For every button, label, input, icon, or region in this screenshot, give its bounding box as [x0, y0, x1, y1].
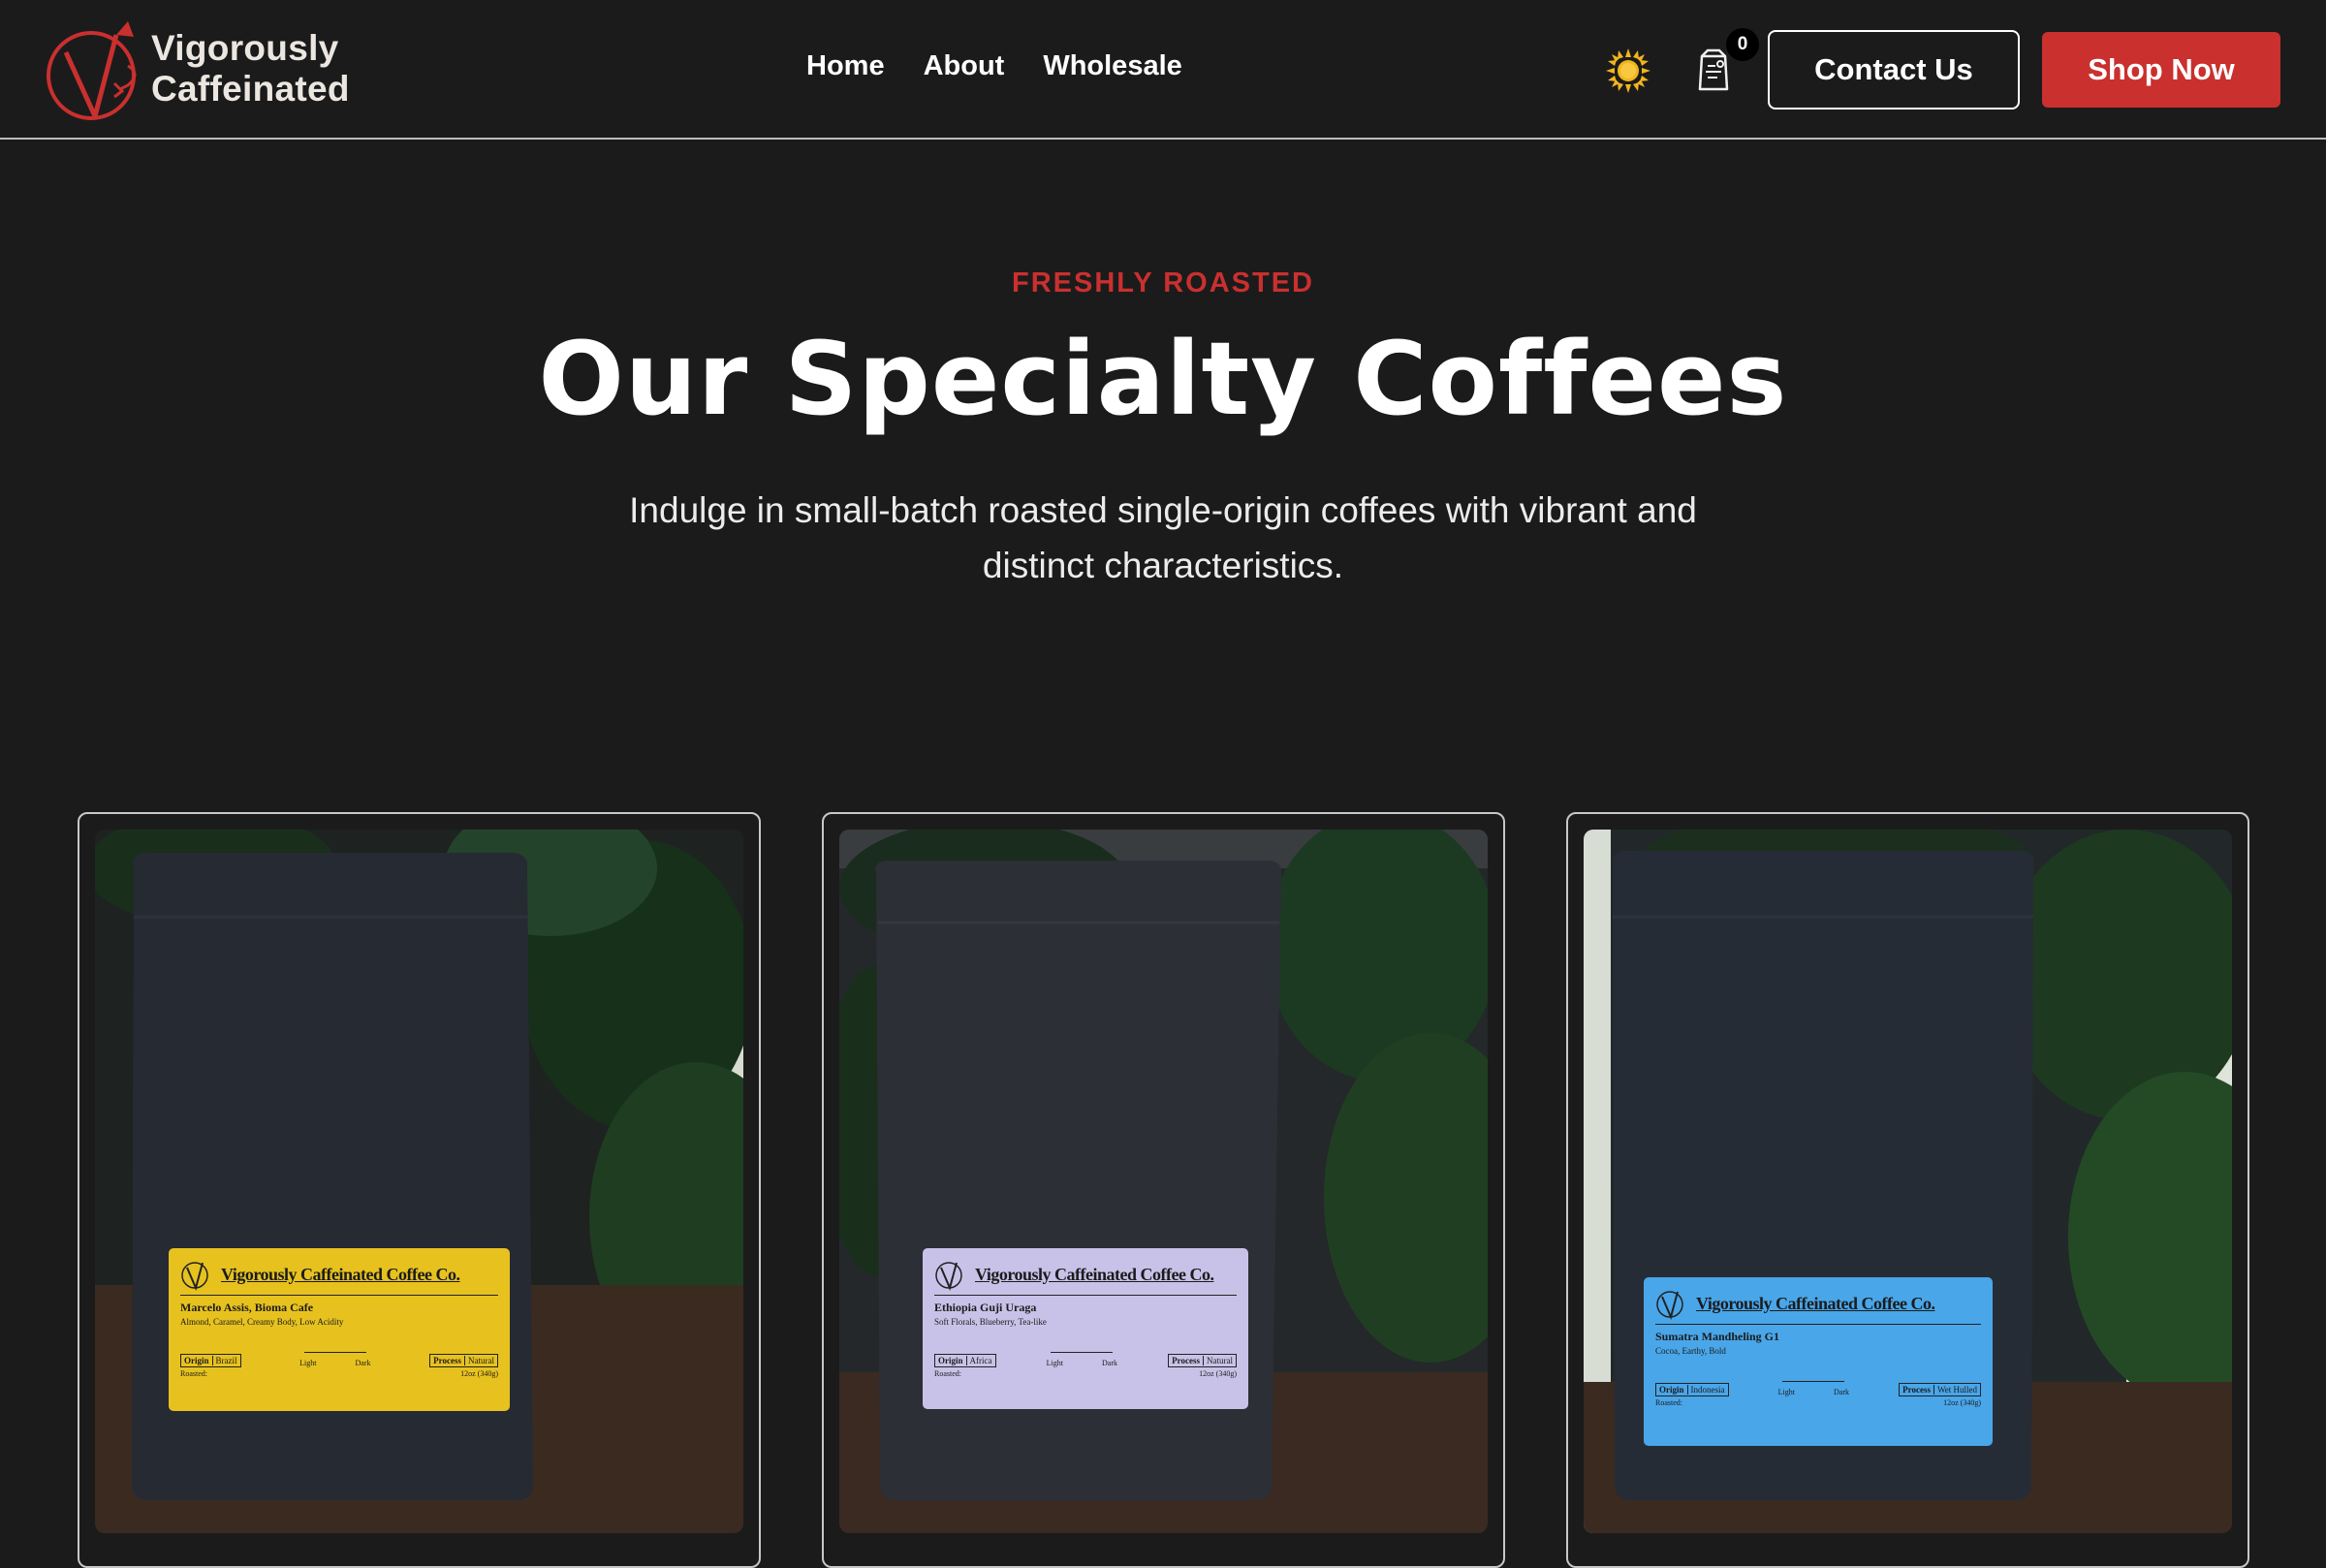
roast-scale: Light Dark	[1047, 1352, 1117, 1367]
label-process-key: Process	[433, 1356, 465, 1365]
bag-label: Vigorously Caffeinated Coffee Co. Sumatr…	[1644, 1277, 1993, 1446]
label-weight: 12oz (340g)	[460, 1369, 498, 1378]
label-coffee-name: Ethiopia Guji Uraga	[934, 1301, 1037, 1314]
coffee-bag-photo	[95, 830, 743, 1533]
label-process: Natural	[1206, 1356, 1233, 1365]
roast-light: Light	[299, 1359, 317, 1367]
site-header: Vigorously Caffeinated Home About Wholes…	[0, 0, 2326, 140]
brand-name-line2: Caffeinated	[151, 69, 350, 109]
roast-dark: Dark	[355, 1359, 371, 1367]
label-brand: Vigorously Caffeinated Coffee Co.	[221, 1264, 460, 1284]
roast-scale: Light Dark	[1778, 1381, 1849, 1396]
label-process: Wet Hulled	[1936, 1385, 1977, 1395]
label-brand: Vigorously Caffeinated Coffee Co.	[1696, 1293, 1935, 1313]
page-subtitle: Indulge in small-batch roasted single-or…	[629, 490, 1697, 585]
sun-icon[interactable]	[1606, 48, 1650, 93]
section-eyebrow: FRESHLY ROASTED	[1012, 267, 1314, 298]
brand-logo-icon	[935, 1262, 962, 1291]
label-origin-key: Origin	[184, 1356, 213, 1365]
label-origin: Africa	[969, 1356, 992, 1365]
roast-light: Light	[1046, 1359, 1063, 1367]
contact-us-button[interactable]: Contact Us	[1768, 30, 2020, 110]
nav-wholesale-link[interactable]: Wholesale	[1043, 50, 1181, 82]
nav-home-link[interactable]: Home	[806, 50, 885, 82]
brand-name: Vigorously Caffeinated	[151, 28, 350, 110]
label-process-key: Process	[1902, 1385, 1934, 1395]
nav-about-link[interactable]: About	[924, 50, 1005, 82]
label-tasting-notes: Almond, Caramel, Creamy Body, Low Acidit…	[180, 1317, 344, 1327]
label-roasted: Roasted:	[934, 1369, 961, 1378]
product-photo[interactable]: Vigorously Caffeinated Coffee Co. Sumatr…	[1584, 830, 2232, 1533]
bag-label: Vigorously Caffeinated Coffee Co. Marcel…	[169, 1248, 510, 1411]
main-nav: Home About Wholesale	[806, 50, 1182, 82]
product-card-brazil[interactable]: Vigorously Caffeinated Coffee Co. Marcel…	[78, 812, 761, 1568]
label-brand: Vigorously Caffeinated Coffee Co.	[975, 1264, 1214, 1284]
product-card-sumatra[interactable]: Vigorously Caffeinated Coffee Co. Sumatr…	[1566, 812, 2249, 1568]
label-process: Natural	[468, 1356, 494, 1365]
label-weight: 12oz (340g)	[1199, 1369, 1237, 1378]
label-origin: Indonesia	[1690, 1385, 1725, 1395]
product-photo[interactable]: Vigorously Caffeinated Coffee Co. Marcel…	[95, 830, 743, 1533]
roast-scale: Light Dark	[299, 1352, 371, 1367]
product-card-ethiopia[interactable]: Vigorously Caffeinated Coffee Co. Ethiop…	[822, 812, 1505, 1568]
label-weight: 12oz (340g)	[1943, 1398, 1981, 1407]
label-tasting-notes: Cocoa, Earthy, Bold	[1655, 1346, 1726, 1356]
coffee-bag-cart-icon[interactable]	[1694, 47, 1733, 93]
label-origin-key: Origin	[938, 1356, 967, 1365]
brand-logo-icon	[181, 1262, 208, 1291]
roast-dark: Dark	[1102, 1359, 1117, 1367]
brand-logo-icon	[1656, 1291, 1683, 1320]
label-roasted: Roasted:	[1655, 1398, 1682, 1407]
product-photo[interactable]: Vigorously Caffeinated Coffee Co. Ethiop…	[839, 830, 1488, 1533]
cart-count-badge: 0	[1726, 28, 1759, 61]
coffee-bag-photo	[839, 830, 1488, 1533]
shop-now-button[interactable]: Shop Now	[2042, 32, 2280, 108]
label-process-key: Process	[1172, 1356, 1204, 1365]
bag-label: Vigorously Caffeinated Coffee Co. Ethiop…	[923, 1248, 1248, 1409]
label-roasted: Roasted:	[180, 1369, 207, 1378]
brand-logo-icon	[47, 21, 137, 120]
brand-logo-link[interactable]: Vigorously Caffeinated	[45, 16, 350, 122]
roast-light: Light	[1777, 1388, 1795, 1396]
label-origin-key: Origin	[1659, 1385, 1688, 1395]
page-title: Our Specialty Coffees	[538, 320, 1788, 438]
roast-dark: Dark	[1834, 1388, 1849, 1396]
brand-name-line1: Vigorously	[151, 28, 339, 68]
label-origin: Brazil	[215, 1356, 237, 1365]
label-coffee-name: Sumatra Mandheling G1	[1655, 1330, 1780, 1343]
label-coffee-name: Marcelo Assis, Bioma Cafe	[180, 1301, 314, 1314]
label-tasting-notes: Soft Florals, Blueberry, Tea-like	[934, 1317, 1047, 1327]
